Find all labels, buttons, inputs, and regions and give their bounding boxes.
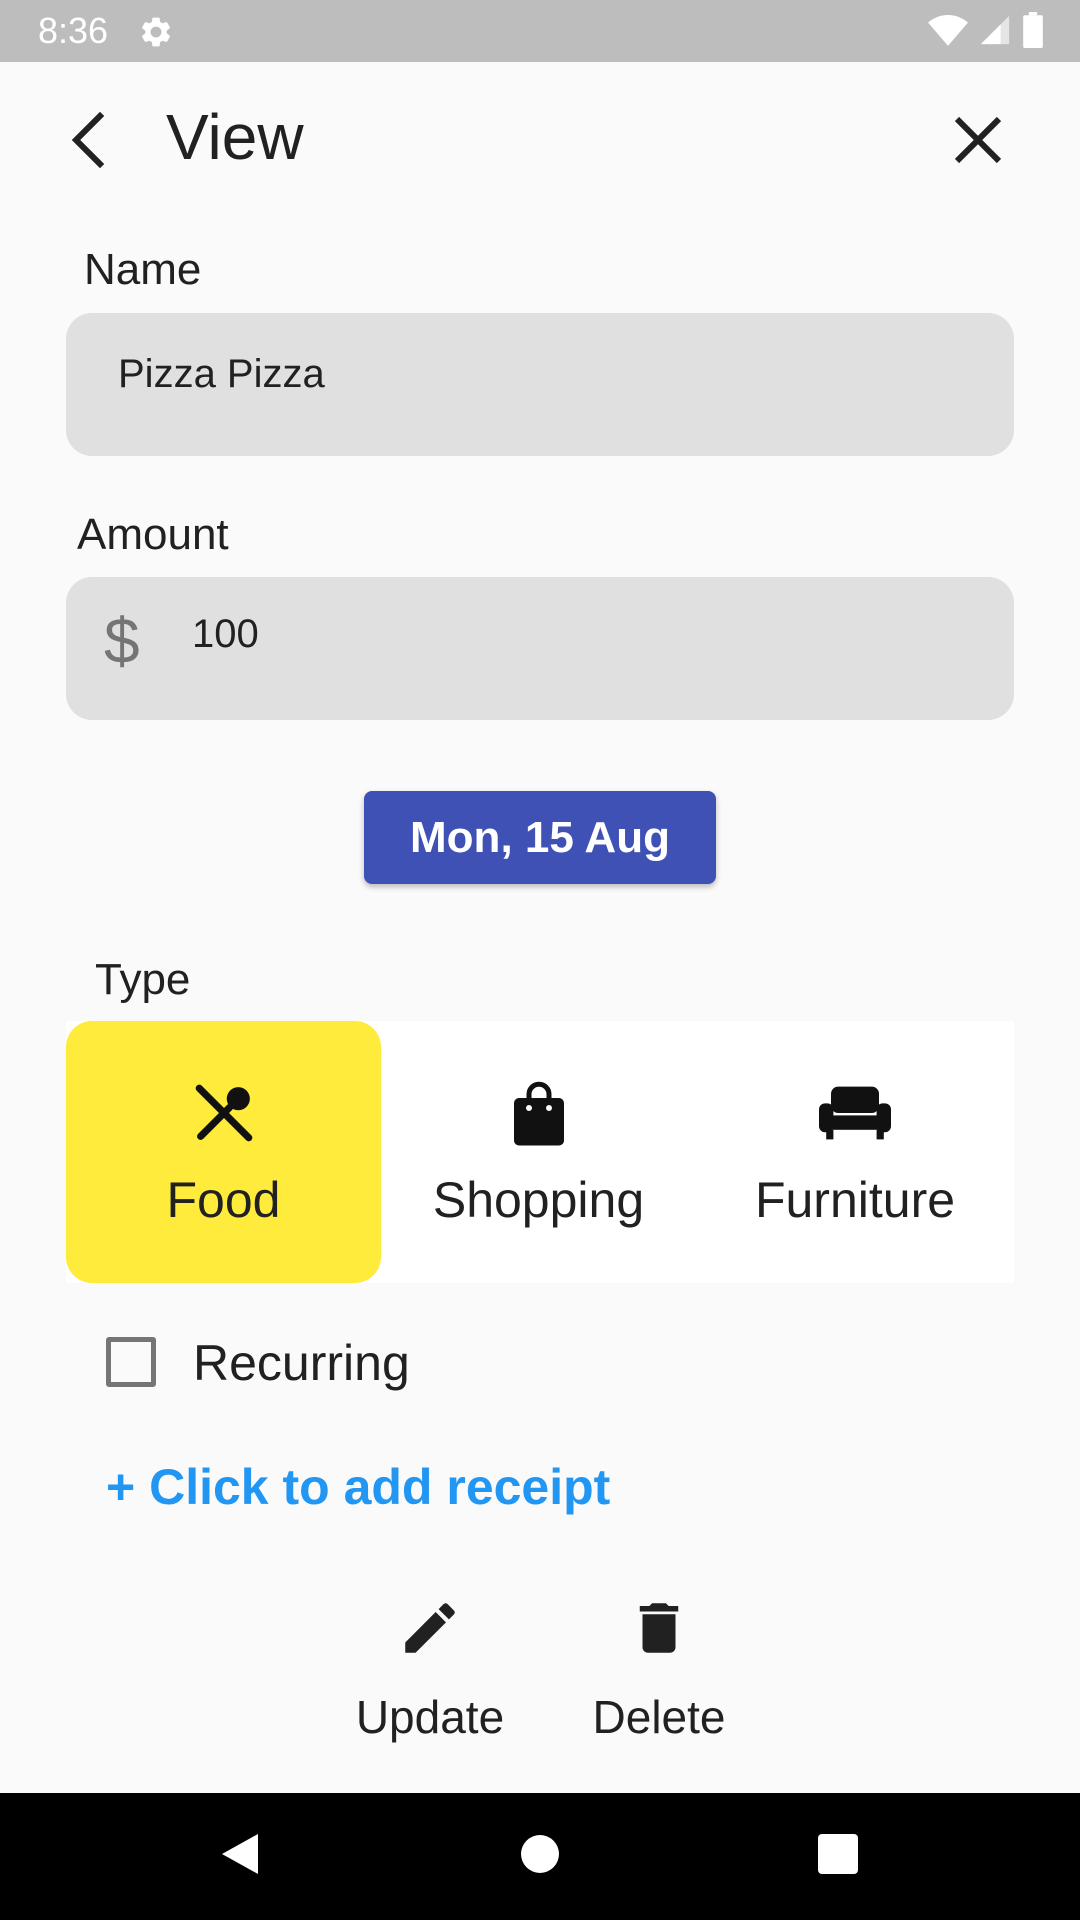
back-button[interactable] xyxy=(58,104,118,180)
navigation-bar xyxy=(0,1793,1080,1920)
shopping-bag-icon xyxy=(503,1077,575,1149)
recurring-label: Recurring xyxy=(193,1335,410,1391)
pencil-icon xyxy=(390,1588,470,1668)
type-option-label: Food xyxy=(166,1172,281,1228)
status-time: 8:36 xyxy=(38,10,109,51)
trash-icon xyxy=(619,1588,699,1668)
update-label: Update xyxy=(355,1691,505,1743)
wifi-icon xyxy=(928,13,968,52)
type-option-label: Shopping xyxy=(432,1172,645,1228)
nav-recents-button[interactable] xyxy=(778,1793,898,1920)
nav-home-icon xyxy=(520,1834,560,1879)
dollar-icon: $ xyxy=(104,605,140,677)
type-option-furniture[interactable]: Furniture xyxy=(696,1021,1014,1283)
amount-label: Amount xyxy=(77,510,229,559)
sofa-icon xyxy=(819,1077,891,1149)
nav-back-icon xyxy=(218,1830,262,1883)
nav-recents-icon xyxy=(818,1834,858,1879)
date-picker-button[interactable]: Mon, 15 Aug xyxy=(364,791,716,884)
type-label: Type xyxy=(95,955,191,1004)
name-label: Name xyxy=(84,245,202,294)
close-button[interactable] xyxy=(944,104,1012,180)
page-title: View xyxy=(166,101,304,173)
amount-value: 100 xyxy=(192,612,259,656)
type-option-label: Furniture xyxy=(754,1172,956,1228)
nav-back-button[interactable] xyxy=(180,1793,300,1920)
name-value: Pizza Pizza xyxy=(118,352,325,396)
status-icons xyxy=(928,11,1044,53)
delete-label: Delete xyxy=(592,1691,726,1743)
type-selector: Food Shopping Furniture xyxy=(66,1021,1014,1283)
update-button[interactable]: Update xyxy=(340,1588,520,1744)
type-option-food[interactable]: Food xyxy=(66,1021,381,1283)
recurring-checkbox[interactable] xyxy=(106,1337,156,1387)
type-option-shopping[interactable]: Shopping xyxy=(381,1021,696,1283)
utensils-icon xyxy=(188,1077,260,1149)
close-icon xyxy=(953,115,1003,170)
nav-home-button[interactable] xyxy=(480,1793,600,1920)
battery-icon xyxy=(1022,11,1044,53)
add-receipt-link[interactable]: + Click to add receipt xyxy=(106,1458,610,1516)
back-arrow-icon xyxy=(68,111,108,173)
gear-icon xyxy=(138,14,174,50)
signal-icon xyxy=(978,13,1012,52)
delete-button[interactable]: Delete xyxy=(574,1588,744,1744)
